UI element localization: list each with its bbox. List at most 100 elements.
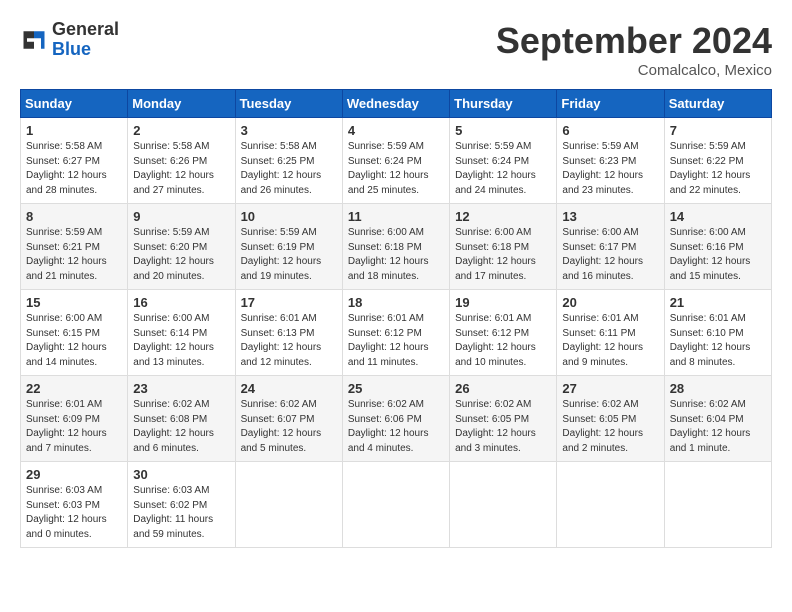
calendar-cell: 25 Sunrise: 6:02 AMSunset: 6:06 PMDaylig… — [342, 376, 449, 462]
calendar-cell: 9 Sunrise: 5:59 AMSunset: 6:20 PMDayligh… — [128, 204, 235, 290]
day-info: Sunrise: 6:00 AMSunset: 6:18 PMDaylight:… — [348, 226, 444, 284]
day-number: 18 — [348, 295, 444, 310]
calendar-week-3: 15 Sunrise: 6:00 AMSunset: 6:15 PMDaylig… — [21, 290, 772, 376]
calendar-cell: 11 Sunrise: 6:00 AMSunset: 6:18 PMDaylig… — [342, 204, 449, 290]
day-info: Sunrise: 6:01 AMSunset: 6:12 PMDaylight:… — [455, 312, 551, 370]
page-header: General Blue September 2024 Comalcalco, … — [20, 20, 772, 79]
calendar-cell: 19 Sunrise: 6:01 AMSunset: 6:12 PMDaylig… — [450, 290, 557, 376]
day-info: Sunrise: 5:59 AMSunset: 6:23 PMDaylight:… — [562, 140, 658, 198]
calendar-cell: 16 Sunrise: 6:00 AMSunset: 6:14 PMDaylig… — [128, 290, 235, 376]
day-number: 30 — [133, 467, 229, 482]
day-number: 8 — [26, 209, 122, 224]
day-info: Sunrise: 6:00 AMSunset: 6:14 PMDaylight:… — [133, 312, 229, 370]
calendar-cell: 17 Sunrise: 6:01 AMSunset: 6:13 PMDaylig… — [235, 290, 342, 376]
day-info: Sunrise: 6:00 AMSunset: 6:17 PMDaylight:… — [562, 226, 658, 284]
calendar-cell: 29 Sunrise: 6:03 AMSunset: 6:03 PMDaylig… — [21, 462, 128, 548]
calendar-cell: 18 Sunrise: 6:01 AMSunset: 6:12 PMDaylig… — [342, 290, 449, 376]
day-info: Sunrise: 6:03 AMSunset: 6:02 PMDaylight:… — [133, 484, 229, 542]
day-number: 2 — [133, 123, 229, 138]
calendar-cell — [664, 462, 771, 548]
day-info: Sunrise: 6:01 AMSunset: 6:09 PMDaylight:… — [26, 398, 122, 456]
calendar-cell: 7 Sunrise: 5:59 AMSunset: 6:22 PMDayligh… — [664, 118, 771, 204]
logo-icon — [20, 26, 48, 54]
day-number: 20 — [562, 295, 658, 310]
day-info: Sunrise: 5:59 AMSunset: 6:20 PMDaylight:… — [133, 226, 229, 284]
day-number: 14 — [670, 209, 766, 224]
day-info: Sunrise: 6:00 AMSunset: 6:16 PMDaylight:… — [670, 226, 766, 284]
title-block: September 2024 Comalcalco, Mexico — [496, 20, 772, 79]
day-number: 5 — [455, 123, 551, 138]
day-number: 6 — [562, 123, 658, 138]
day-info: Sunrise: 5:59 AMSunset: 6:24 PMDaylight:… — [348, 140, 444, 198]
calendar-cell: 30 Sunrise: 6:03 AMSunset: 6:02 PMDaylig… — [128, 462, 235, 548]
calendar-cell: 15 Sunrise: 6:00 AMSunset: 6:15 PMDaylig… — [21, 290, 128, 376]
day-number: 17 — [241, 295, 337, 310]
day-info: Sunrise: 6:02 AMSunset: 6:08 PMDaylight:… — [133, 398, 229, 456]
day-number: 28 — [670, 381, 766, 396]
day-number: 13 — [562, 209, 658, 224]
calendar-cell: 3 Sunrise: 5:58 AMSunset: 6:25 PMDayligh… — [235, 118, 342, 204]
day-number: 15 — [26, 295, 122, 310]
calendar-cell: 23 Sunrise: 6:02 AMSunset: 6:08 PMDaylig… — [128, 376, 235, 462]
col-tuesday: Tuesday — [235, 90, 342, 118]
calendar-cell: 1 Sunrise: 5:58 AMSunset: 6:27 PMDayligh… — [21, 118, 128, 204]
col-sunday: Sunday — [21, 90, 128, 118]
calendar-cell: 22 Sunrise: 6:01 AMSunset: 6:09 PMDaylig… — [21, 376, 128, 462]
col-wednesday: Wednesday — [342, 90, 449, 118]
day-info: Sunrise: 5:58 AMSunset: 6:25 PMDaylight:… — [241, 140, 337, 198]
calendar-cell — [450, 462, 557, 548]
day-info: Sunrise: 6:01 AMSunset: 6:13 PMDaylight:… — [241, 312, 337, 370]
calendar-cell: 12 Sunrise: 6:00 AMSunset: 6:18 PMDaylig… — [450, 204, 557, 290]
day-info: Sunrise: 6:02 AMSunset: 6:07 PMDaylight:… — [241, 398, 337, 456]
calendar-cell: 5 Sunrise: 5:59 AMSunset: 6:24 PMDayligh… — [450, 118, 557, 204]
day-number: 23 — [133, 381, 229, 396]
day-info: Sunrise: 6:02 AMSunset: 6:05 PMDaylight:… — [562, 398, 658, 456]
col-monday: Monday — [128, 90, 235, 118]
col-friday: Friday — [557, 90, 664, 118]
day-number: 22 — [26, 381, 122, 396]
day-info: Sunrise: 6:01 AMSunset: 6:11 PMDaylight:… — [562, 312, 658, 370]
day-info: Sunrise: 6:01 AMSunset: 6:10 PMDaylight:… — [670, 312, 766, 370]
logo-text: General Blue — [52, 20, 119, 60]
calendar-cell — [235, 462, 342, 548]
day-info: Sunrise: 5:59 AMSunset: 6:21 PMDaylight:… — [26, 226, 122, 284]
calendar-cell — [557, 462, 664, 548]
day-number: 19 — [455, 295, 551, 310]
col-saturday: Saturday — [664, 90, 771, 118]
day-info: Sunrise: 5:59 AMSunset: 6:24 PMDaylight:… — [455, 140, 551, 198]
calendar-cell: 21 Sunrise: 6:01 AMSunset: 6:10 PMDaylig… — [664, 290, 771, 376]
logo: General Blue — [20, 20, 119, 60]
day-info: Sunrise: 5:59 AMSunset: 6:19 PMDaylight:… — [241, 226, 337, 284]
day-number: 29 — [26, 467, 122, 482]
day-info: Sunrise: 6:02 AMSunset: 6:05 PMDaylight:… — [455, 398, 551, 456]
calendar-cell: 27 Sunrise: 6:02 AMSunset: 6:05 PMDaylig… — [557, 376, 664, 462]
day-info: Sunrise: 5:59 AMSunset: 6:22 PMDaylight:… — [670, 140, 766, 198]
calendar-week-4: 22 Sunrise: 6:01 AMSunset: 6:09 PMDaylig… — [21, 376, 772, 462]
calendar-table: Sunday Monday Tuesday Wednesday Thursday… — [20, 89, 772, 548]
location: Comalcalco, Mexico — [496, 62, 772, 79]
day-number: 10 — [241, 209, 337, 224]
calendar-cell: 6 Sunrise: 5:59 AMSunset: 6:23 PMDayligh… — [557, 118, 664, 204]
calendar-cell: 10 Sunrise: 5:59 AMSunset: 6:19 PMDaylig… — [235, 204, 342, 290]
calendar-cell: 2 Sunrise: 5:58 AMSunset: 6:26 PMDayligh… — [128, 118, 235, 204]
day-number: 12 — [455, 209, 551, 224]
calendar-week-1: 1 Sunrise: 5:58 AMSunset: 6:27 PMDayligh… — [21, 118, 772, 204]
day-info: Sunrise: 6:02 AMSunset: 6:04 PMDaylight:… — [670, 398, 766, 456]
header-row: Sunday Monday Tuesday Wednesday Thursday… — [21, 90, 772, 118]
calendar-week-5: 29 Sunrise: 6:03 AMSunset: 6:03 PMDaylig… — [21, 462, 772, 548]
col-thursday: Thursday — [450, 90, 557, 118]
logo-general: General — [52, 19, 119, 39]
calendar-cell: 4 Sunrise: 5:59 AMSunset: 6:24 PMDayligh… — [342, 118, 449, 204]
calendar-cell — [342, 462, 449, 548]
day-number: 25 — [348, 381, 444, 396]
calendar-cell: 13 Sunrise: 6:00 AMSunset: 6:17 PMDaylig… — [557, 204, 664, 290]
day-info: Sunrise: 6:00 AMSunset: 6:18 PMDaylight:… — [455, 226, 551, 284]
day-number: 7 — [670, 123, 766, 138]
month-title: September 2024 — [496, 20, 772, 62]
calendar-cell: 14 Sunrise: 6:00 AMSunset: 6:16 PMDaylig… — [664, 204, 771, 290]
day-number: 1 — [26, 123, 122, 138]
calendar-cell: 24 Sunrise: 6:02 AMSunset: 6:07 PMDaylig… — [235, 376, 342, 462]
day-number: 24 — [241, 381, 337, 396]
day-number: 4 — [348, 123, 444, 138]
day-info: Sunrise: 6:02 AMSunset: 6:06 PMDaylight:… — [348, 398, 444, 456]
